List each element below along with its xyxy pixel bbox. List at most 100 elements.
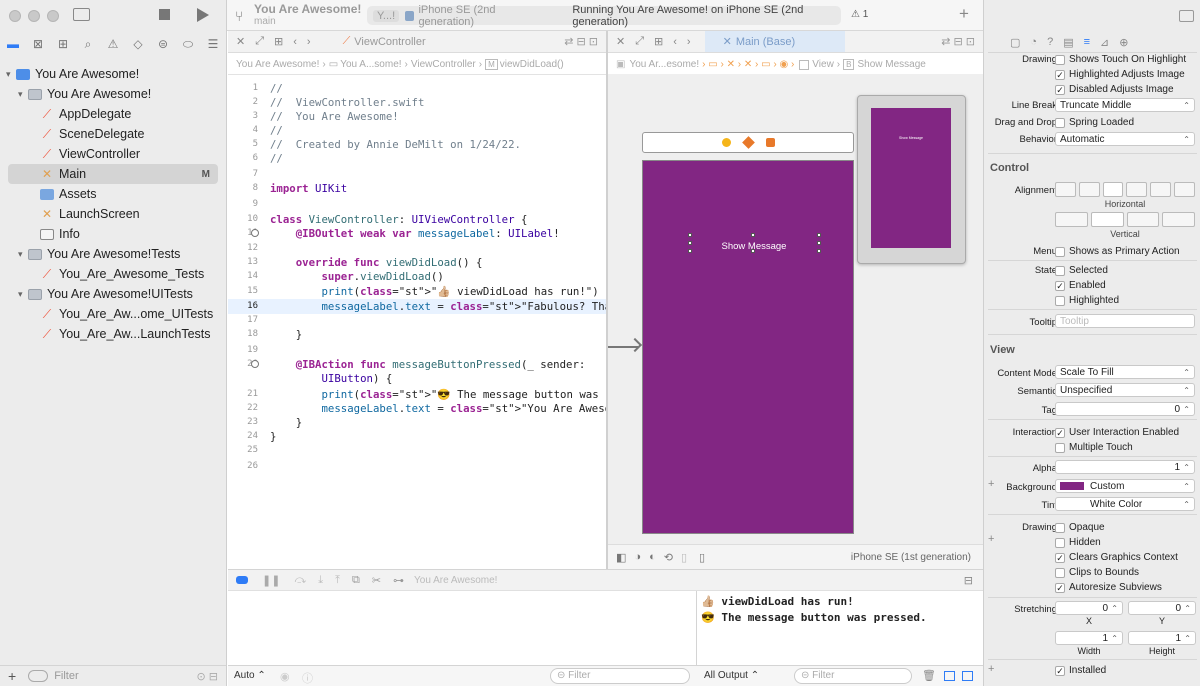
spring-loaded-checkbox[interactable]: Spring Loaded bbox=[984, 115, 1200, 130]
code-line[interactable]: super.viewDidLoad() bbox=[270, 270, 443, 283]
forward-icon[interactable]: › bbox=[687, 36, 691, 48]
scene-dock[interactable] bbox=[642, 132, 854, 153]
vertical-alignment-control[interactable] bbox=[1055, 212, 1195, 227]
horizontal-alignment-control[interactable] bbox=[1055, 182, 1195, 197]
checkbox[interactable]: ✓ bbox=[1055, 84, 1065, 95]
code-line[interactable]: // bbox=[270, 82, 283, 95]
checkbox[interactable] bbox=[1055, 295, 1065, 306]
navigator-item-launchscreen[interactable]: ✕ LaunchScreen bbox=[0, 204, 226, 224]
checkbox[interactable] bbox=[1055, 265, 1065, 276]
view-hierarchy-icon[interactable]: ⧉ bbox=[352, 574, 360, 587]
alignment-segment[interactable] bbox=[1078, 182, 1100, 197]
content-mode-popup[interactable]: Scale To Fill ⌃ bbox=[1055, 365, 1195, 379]
show-console-icon[interactable] bbox=[962, 671, 973, 681]
split-editor-icon[interactable]: ⇄ ⊟ ⊡ bbox=[564, 35, 598, 48]
run-icon[interactable] bbox=[197, 8, 209, 22]
resize-handle[interactable] bbox=[688, 249, 692, 253]
minimize-window-button[interactable] bbox=[28, 10, 40, 22]
first-responder-icon[interactable] bbox=[741, 136, 755, 149]
show-variables-icon[interactable] bbox=[944, 671, 955, 681]
alignment-segment[interactable] bbox=[1150, 182, 1172, 197]
code-line[interactable]: @IBOutlet weak var messageLabel: UILabel… bbox=[270, 227, 560, 240]
navigator-item-viewcontroller[interactable]: ⟋ ViewController bbox=[0, 144, 226, 164]
stepper-icon[interactable]: ⌃ bbox=[1111, 604, 1118, 613]
checkbox[interactable]: ✓ bbox=[1055, 552, 1065, 563]
drawing-option[interactable]: ✓ Clears Graphics Context bbox=[984, 550, 1200, 565]
stepper-icon[interactable]: ⌃ bbox=[1111, 634, 1118, 643]
navigator-item-scenedelegate[interactable]: ⟋ SceneDelegate bbox=[0, 124, 226, 144]
step-over-icon[interactable]: ⤼ bbox=[294, 574, 306, 587]
console-output[interactable]: 👍🏼 viewDidLoad has run! 😎 The message bu… bbox=[697, 591, 983, 665]
info-icon[interactable]: ⓘ bbox=[302, 670, 313, 686]
step-in-icon[interactable]: ⤓ bbox=[318, 574, 323, 587]
navigator-item-you-are-awesome[interactable]: ▾ You Are Awesome! bbox=[0, 64, 226, 84]
navigator-item-assets[interactable]: Assets bbox=[0, 184, 226, 204]
close-editor-icon[interactable]: ✕ bbox=[236, 35, 245, 48]
document-outline-icon[interactable]: ◧ bbox=[616, 551, 626, 564]
tooltip-input[interactable]: Tooltip bbox=[1055, 314, 1195, 328]
checkbox[interactable] bbox=[1055, 246, 1065, 257]
interaction-option[interactable]: ✓ User Interaction Enabled bbox=[984, 425, 1200, 440]
jump-button[interactable]: Show Message bbox=[857, 59, 925, 70]
behavior-popup[interactable]: Automatic ⌃ bbox=[1055, 132, 1195, 146]
disclosure-triangle-icon[interactable]: ▾ bbox=[18, 249, 28, 260]
debug-icon[interactable]: ⊜ bbox=[156, 37, 170, 51]
disclosure-triangle-icon[interactable]: ▾ bbox=[18, 89, 28, 100]
outlet-connection-icon[interactable] bbox=[251, 229, 259, 237]
tag-field[interactable]: 0 ⌃ bbox=[1055, 402, 1195, 416]
jump-project[interactable]: You Ar...esome! bbox=[629, 59, 699, 70]
navigator-item-you-are-awesome[interactable]: ▾ You Are Awesome! bbox=[0, 84, 226, 104]
appearance-icon[interactable]: ◑ bbox=[634, 551, 641, 563]
code-line[interactable]: import UIKit bbox=[270, 182, 347, 195]
alignment-segment[interactable] bbox=[1174, 182, 1195, 197]
identity-icon[interactable]: ▤ bbox=[1063, 36, 1073, 49]
drawing-option[interactable]: Hidden bbox=[984, 535, 1200, 550]
console-filter-input[interactable]: ⊝ Filter bbox=[794, 668, 912, 684]
add-icon[interactable]: + bbox=[8, 668, 16, 684]
jump-method[interactable]: viewDidLoad() bbox=[500, 59, 564, 70]
view-controller-icon[interactable] bbox=[721, 138, 731, 147]
navigator-item-you-are-aw-ome-uitests[interactable]: ⟋ You_Are_Aw...ome_UITests bbox=[0, 304, 226, 324]
size-icon[interactable]: ⊿ bbox=[1100, 36, 1109, 49]
device-icon[interactable]: ▯ bbox=[699, 551, 705, 564]
state-option[interactable]: Highlighted bbox=[984, 293, 1200, 308]
button-drawing-option[interactable]: Shows Touch On Highlight bbox=[984, 52, 1200, 67]
zoom-window-button[interactable] bbox=[47, 10, 59, 22]
installed-checkbox[interactable]: ✓ Installed bbox=[984, 663, 1200, 678]
code-line[interactable]: messageLabel.text = class="st">"You Are … bbox=[270, 402, 636, 415]
interface-builder-canvas[interactable]: Show Message Show Message bbox=[608, 74, 983, 544]
resize-handle[interactable] bbox=[751, 233, 755, 237]
navigator-filter-input[interactable]: Filter bbox=[54, 670, 78, 682]
checkbox[interactable] bbox=[1055, 567, 1065, 578]
navigator-item-you-are-awesome-tests[interactable]: ⟋ You_Are_Awesome_Tests bbox=[0, 264, 226, 284]
close-editor-icon[interactable]: ✕ bbox=[616, 35, 625, 48]
code-line[interactable]: // You Are Awesome! bbox=[270, 110, 399, 123]
stepper-icon[interactable]: ⌃ bbox=[1183, 405, 1190, 414]
semantic-popup[interactable]: Unspecified ⌃ bbox=[1055, 383, 1195, 397]
connections-icon[interactable]: ⊕ bbox=[1119, 36, 1128, 49]
stretch-width-field[interactable]: 1 ⌃ bbox=[1055, 631, 1123, 645]
checkbox[interactable]: ✓ bbox=[1055, 280, 1065, 291]
checkbox[interactable] bbox=[1055, 537, 1065, 548]
checkbox[interactable]: ✓ bbox=[1055, 665, 1065, 676]
source-control-icon[interactable]: ⊠ bbox=[31, 37, 45, 51]
code-line[interactable]: // ViewController.swift bbox=[270, 96, 424, 109]
test-icon[interactable]: ◇ bbox=[131, 37, 145, 51]
code-line[interactable]: print(class="st">"👍🏼 viewDidLoad has run… bbox=[270, 285, 598, 298]
source-editor[interactable]: 1 // 2 // ViewController.swift 3 // You Are A… bbox=[228, 74, 669, 570]
folder-icon[interactable]: ▬ bbox=[6, 37, 20, 51]
line-break-popup[interactable]: Truncate Middle ⌃ bbox=[1055, 98, 1195, 112]
orientation-icon[interactable]: ◐ bbox=[649, 551, 656, 563]
pause-icon[interactable]: ❚❚ bbox=[262, 574, 280, 587]
resize-handle[interactable] bbox=[817, 241, 821, 245]
code-line[interactable]: } bbox=[270, 328, 302, 341]
checkbox[interactable] bbox=[1055, 54, 1065, 65]
history-icon[interactable]: ◔ bbox=[1030, 36, 1037, 49]
add-library-icon[interactable]: + bbox=[959, 4, 969, 24]
step-out-icon[interactable]: ⤒ bbox=[335, 574, 340, 587]
tint-color-popup[interactable]: White Color ⌃ bbox=[1055, 497, 1195, 511]
expand-icon[interactable]: ⤢ bbox=[255, 35, 264, 48]
checkbox[interactable]: ✓ bbox=[1055, 69, 1065, 80]
alpha-field[interactable]: 1 ⌃ bbox=[1055, 460, 1195, 474]
interaction-option[interactable]: Multiple Touch bbox=[984, 440, 1200, 455]
